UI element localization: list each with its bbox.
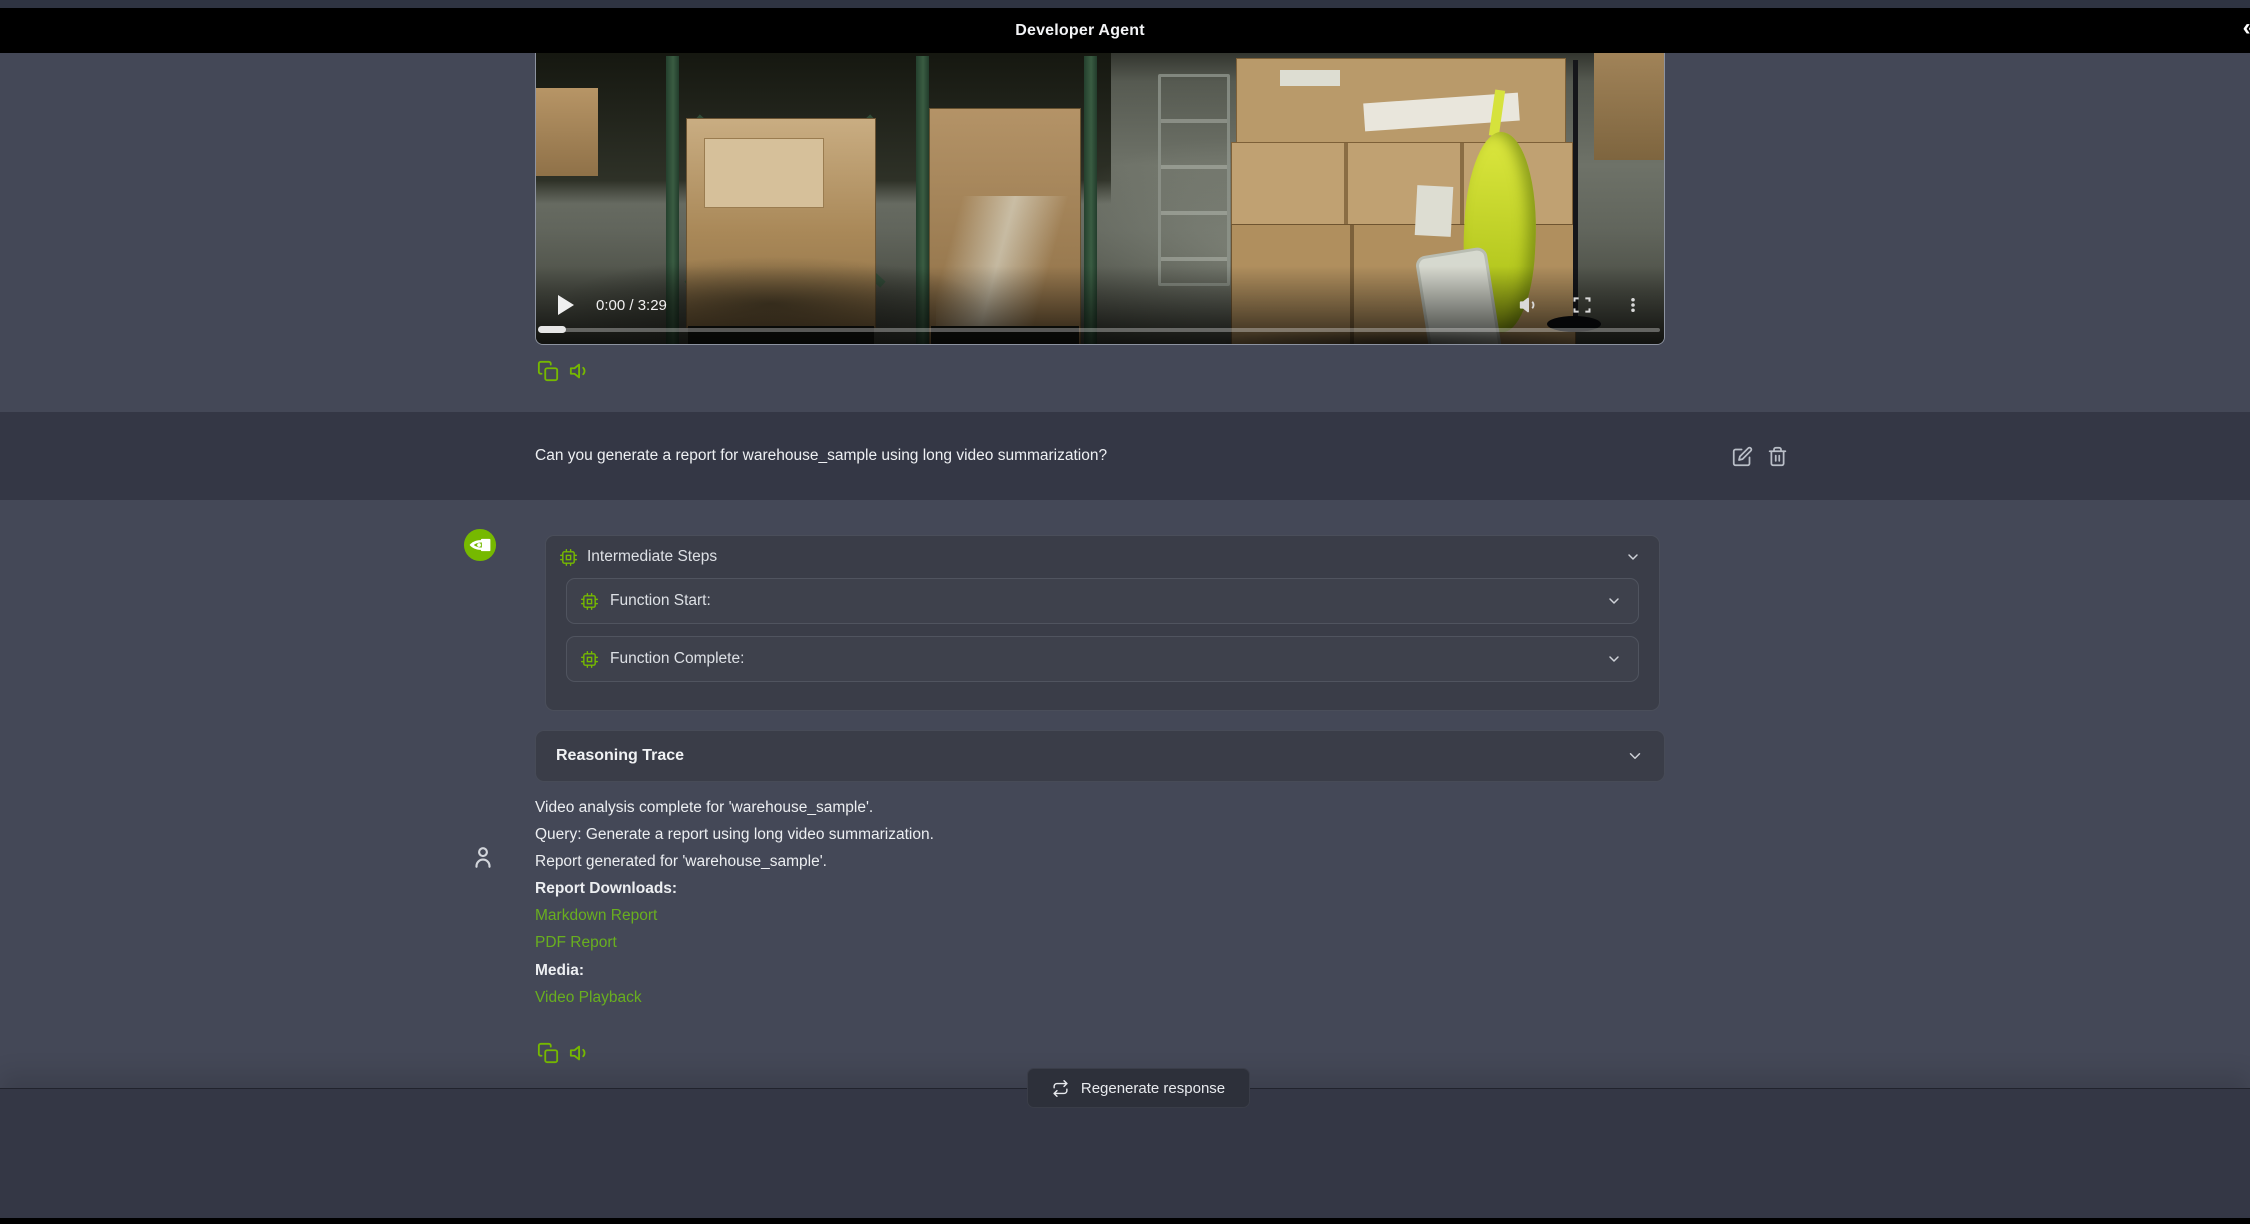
user-message-row: Can you generate a report for warehouse_… <box>0 412 2250 500</box>
video-art-box <box>1594 46 1665 160</box>
video-scrubber[interactable] <box>538 326 566 333</box>
trash-icon[interactable] <box>1767 446 1788 467</box>
collapse-sidebar-icon[interactable]: « <box>2243 14 2250 42</box>
video-art-box <box>536 88 598 176</box>
kebab-menu-icon[interactable] <box>1624 295 1642 315</box>
reasoning-trace-title: Reasoning Trace <box>556 747 684 765</box>
function-complete-label: Function Complete: <box>610 650 744 668</box>
speaker-icon[interactable] <box>569 1042 591 1064</box>
speaker-icon[interactable] <box>569 360 591 382</box>
fullscreen-icon[interactable] <box>1572 295 1592 315</box>
pdf-report-link[interactable]: PDF Report <box>535 934 1675 952</box>
reasoning-trace-panel[interactable]: Reasoning Trace <box>535 730 1665 782</box>
chevron-down-icon[interactable] <box>1606 651 1622 667</box>
regenerate-response-button[interactable]: Regenerate response <box>1027 1068 1250 1108</box>
video-playback-link[interactable]: Video Playback <box>535 989 1675 1007</box>
play-icon[interactable] <box>558 295 574 315</box>
video-message-actions <box>537 360 591 382</box>
intermediate-steps-panel: Intermediate Steps Function Start: Funct… <box>545 535 1660 711</box>
edit-icon[interactable] <box>1732 446 1753 467</box>
function-complete-row[interactable]: Function Complete: <box>566 636 1639 682</box>
copy-icon[interactable] <box>537 360 559 382</box>
video-progress-bar[interactable] <box>540 328 1660 332</box>
markdown-report-link[interactable]: Markdown Report <box>535 907 1675 925</box>
volume-icon[interactable] <box>1518 294 1540 316</box>
report-downloads-heading: Report Downloads: <box>535 880 1675 898</box>
chevron-down-icon[interactable] <box>1625 549 1641 565</box>
assistant-message-body: Video analysis complete for 'warehouse_s… <box>535 799 1675 1016</box>
video-art-paper <box>1280 70 1340 86</box>
video-art-crate <box>704 138 824 208</box>
video-player[interactable]: 0:00 / 3:29 <box>535 45 1665 345</box>
page-title: Developer Agent <box>1015 22 1145 40</box>
nvidia-logo-icon <box>463 528 497 562</box>
video-art-paper <box>1415 185 1454 237</box>
media-heading: Media: <box>535 962 1675 980</box>
chevron-down-icon[interactable] <box>1606 593 1622 609</box>
reasoning-line: Query: Generate a report using long vide… <box>535 826 1675 844</box>
reasoning-line: Report generated for 'warehouse_sample'. <box>535 853 1675 871</box>
function-start-row[interactable]: Function Start: <box>566 578 1639 624</box>
function-start-label: Function Start: <box>610 592 711 610</box>
chip-icon <box>581 651 598 668</box>
copy-icon[interactable] <box>537 1042 559 1064</box>
chevron-down-icon[interactable] <box>1626 747 1644 765</box>
reasoning-line: Video analysis complete for 'warehouse_s… <box>535 799 1675 817</box>
video-time-label: 0:00 / 3:29 <box>596 297 667 314</box>
app-header: Developer Agent « <box>0 8 2250 53</box>
video-controls: 0:00 / 3:29 <box>536 288 1664 322</box>
intermediate-steps-header[interactable]: Intermediate Steps <box>546 536 1659 578</box>
user-message-tools <box>1732 412 1788 500</box>
regenerate-response-label: Regenerate response <box>1081 1080 1225 1097</box>
user-icon <box>470 844 496 870</box>
repeat-icon <box>1052 1080 1069 1097</box>
chip-icon <box>581 593 598 610</box>
window-bottom-strip <box>0 1218 2250 1224</box>
intermediate-steps-title: Intermediate Steps <box>587 548 717 566</box>
window-top-strip <box>0 0 2250 8</box>
assistant-message-actions <box>537 1042 591 1064</box>
chip-icon <box>560 549 577 566</box>
video-art-cart <box>1158 74 1230 286</box>
user-message-text: Can you generate a report for warehouse_… <box>535 412 1107 500</box>
